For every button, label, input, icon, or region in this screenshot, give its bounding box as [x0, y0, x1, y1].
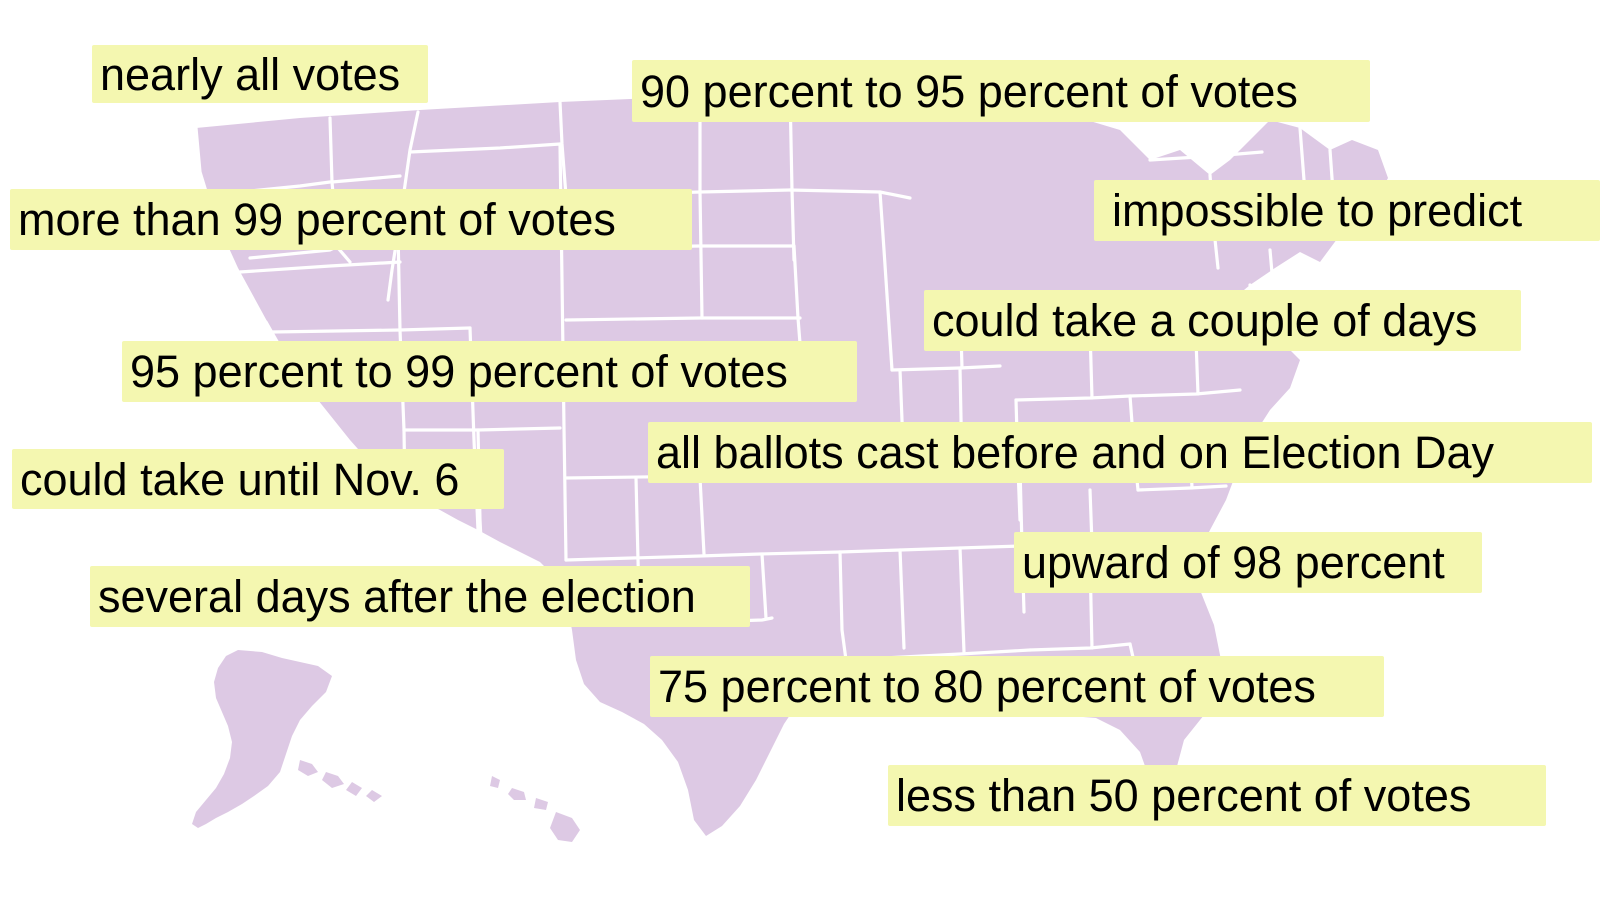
- label-text: 75 percent to 80 percent of votes: [658, 661, 1316, 712]
- label-several-days-after-the-election: several days after the election: [90, 566, 750, 627]
- label-all-ballots-cast: all ballots cast before and on Election …: [648, 422, 1592, 483]
- label-text: less than 50 percent of votes: [896, 770, 1472, 821]
- label-less-than-50-percent: less than 50 percent of votes: [888, 765, 1546, 826]
- infographic-map-canvas: nearly all votes 90 percent to 95 percen…: [0, 0, 1600, 901]
- label-text: several days after the election: [98, 571, 696, 622]
- label-text: 95 percent to 99 percent of votes: [130, 346, 788, 397]
- label-text: upward of 98 percent: [1022, 537, 1445, 588]
- label-nearly-all-votes: nearly all votes: [92, 45, 428, 103]
- label-more-than-99-percent: more than 99 percent of votes: [10, 189, 692, 250]
- label-95-to-99-percent: 95 percent to 99 percent of votes: [122, 341, 857, 402]
- label-could-take-until-nov-6: could take until Nov. 6: [12, 449, 504, 509]
- label-could-take-a-couple-of-days: could take a couple of days: [924, 290, 1521, 351]
- label-text: nearly all votes: [100, 48, 401, 100]
- alaska-aleutians-shape: [298, 760, 382, 802]
- alaska-shape: [192, 650, 332, 828]
- label-text: 90 percent to 95 percent of votes: [640, 65, 1298, 117]
- label-text: all ballots cast before and on Election …: [656, 427, 1494, 478]
- label-text: could take until Nov. 6: [20, 453, 460, 505]
- label-upward-of-98-percent: upward of 98 percent: [1014, 532, 1482, 593]
- label-text: more than 99 percent of votes: [18, 194, 616, 245]
- label-75-to-80-percent: 75 percent to 80 percent of votes: [650, 656, 1384, 717]
- label-text: could take a couple of days: [932, 295, 1478, 346]
- label-90-to-95-percent: 90 percent to 95 percent of votes: [632, 60, 1370, 122]
- hawaii-shape: [490, 776, 580, 842]
- label-text: impossible to predict: [1112, 185, 1523, 236]
- label-impossible-to-predict: impossible to predict: [1094, 180, 1600, 241]
